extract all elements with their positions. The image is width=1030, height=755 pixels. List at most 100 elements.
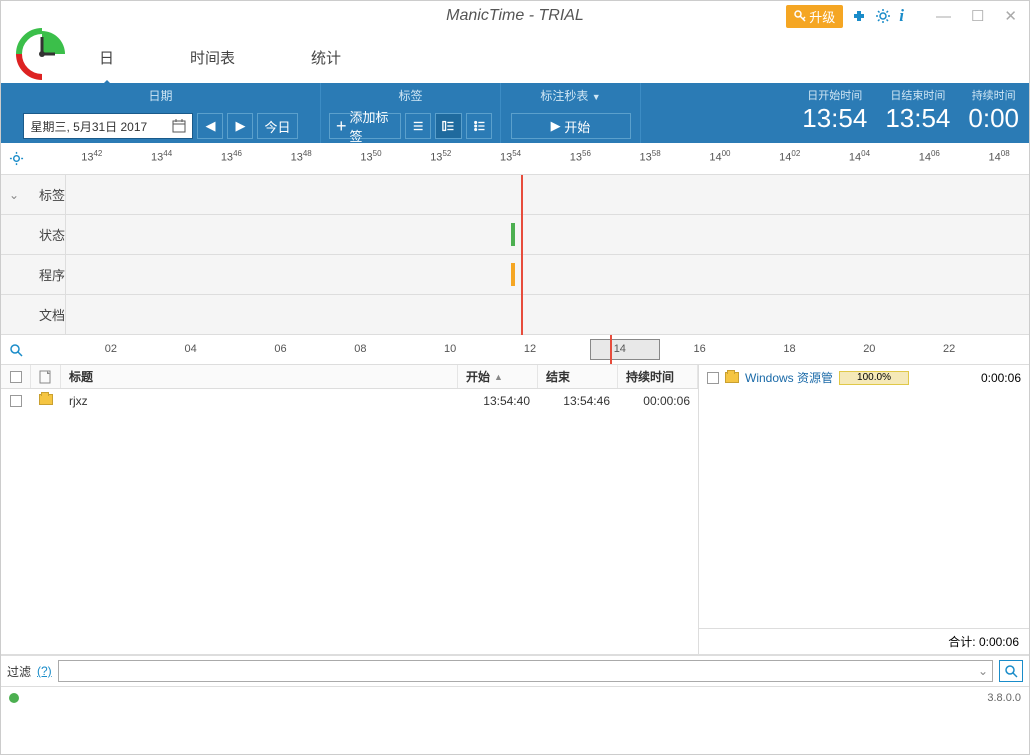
row-duration: 00:00:06 bbox=[618, 394, 698, 408]
row-start: 13:54:40 bbox=[458, 394, 538, 408]
minute-ticks: 1342 1344 1346 1348 1350 1352 1354 1356 … bbox=[32, 143, 1029, 174]
toolbar: 日期 星期三, 5月31日 2017 ◀ ▶ 今日 标签 + 添加标签 bbox=[1, 83, 1029, 143]
title-right: 升级 i — ☐ ✕ bbox=[786, 5, 1029, 28]
timeline-settings-icon[interactable] bbox=[1, 151, 32, 166]
row-label-tags: 标签 bbox=[1, 175, 66, 214]
today-button[interactable]: 今日 bbox=[257, 113, 297, 139]
header-duration[interactable]: 持续时间 bbox=[618, 365, 698, 388]
filter-input[interactable]: ⌄ bbox=[58, 660, 993, 682]
row-icon bbox=[31, 394, 61, 408]
current-time-line bbox=[521, 175, 523, 335]
close-button[interactable]: ✕ bbox=[998, 7, 1023, 25]
view-list-button[interactable] bbox=[405, 113, 431, 139]
view-detail-button[interactable] bbox=[435, 113, 461, 139]
summary-icon bbox=[725, 372, 739, 383]
play-icon: ▶ bbox=[551, 118, 561, 134]
header-start[interactable]: 开始▲ bbox=[458, 365, 538, 388]
tag-label: 标签 bbox=[398, 87, 422, 104]
tab-stats[interactable]: 统计 bbox=[303, 41, 349, 74]
activity-row[interactable]: rjxz 13:54:40 13:54:46 00:00:06 bbox=[1, 389, 698, 413]
timeline-header: 1342 1344 1346 1348 1350 1352 1354 1356 … bbox=[1, 143, 1029, 175]
activity-list: 标题 开始▲ 结束 持续时间 rjxz 13:54:40 13:54:46 00… bbox=[1, 365, 699, 654]
start-label: 开始 bbox=[564, 117, 590, 136]
title-bar: ManicTime - TRIAL 升级 i — ☐ ✕ bbox=[1, 1, 1029, 31]
header-end[interactable]: 结束 bbox=[538, 365, 618, 388]
filter-help[interactable]: (?) bbox=[37, 664, 52, 678]
minimize-button[interactable]: — bbox=[930, 8, 957, 25]
day-end: 日结束时间 13:54 bbox=[885, 87, 950, 134]
selection-region[interactable] bbox=[590, 339, 660, 360]
total-label: 合计: bbox=[948, 635, 975, 649]
header-checkbox[interactable] bbox=[1, 365, 31, 388]
summary-app: Windows 资源管 bbox=[745, 369, 833, 386]
grid-header: 标题 开始▲ 结束 持续时间 bbox=[1, 365, 698, 389]
date-input[interactable]: 星期三, 5月31日 2017 bbox=[23, 113, 193, 139]
maximize-button[interactable]: ☐ bbox=[965, 7, 990, 25]
next-day-button[interactable]: ▶ bbox=[227, 113, 253, 139]
day-end-value: 13:54 bbox=[885, 103, 950, 134]
filter-bar: 过滤 (?) ⌄ bbox=[1, 655, 1029, 686]
timeline-row-document[interactable]: 文档 bbox=[1, 295, 1029, 335]
top-area: 日 时间表 统计 bbox=[1, 31, 1029, 83]
stopwatch-section: 标注秒表 ▼ ▶ 开始 bbox=[501, 83, 641, 143]
prev-day-button[interactable]: ◀ bbox=[197, 113, 223, 139]
hour-ticks[interactable]: 02 04 06 08 10 12 14 16 18 20 22 bbox=[31, 335, 1029, 364]
summary-row[interactable]: Windows 资源管 100.0% 0:00:06 bbox=[699, 365, 1029, 390]
row-label-program: 程序 bbox=[1, 255, 66, 294]
key-icon bbox=[794, 10, 806, 22]
hour-ruler: 02 04 06 08 10 12 14 16 18 20 22 bbox=[1, 335, 1029, 365]
timeline-row-program[interactable]: 程序 bbox=[1, 255, 1029, 295]
row-title: rjxz bbox=[61, 394, 458, 408]
tag-section: 标签 + 添加标签 bbox=[321, 83, 501, 143]
day-end-label: 日结束时间 bbox=[885, 87, 950, 103]
nav-tabs: 日 时间表 统计 bbox=[91, 41, 349, 74]
status-bar: 3.8.0.0 bbox=[1, 686, 1029, 708]
state-mark bbox=[511, 223, 515, 246]
calendar-icon[interactable] bbox=[172, 119, 186, 133]
start-button[interactable]: ▶ 开始 bbox=[511, 113, 631, 139]
row-end: 13:54:46 bbox=[538, 394, 618, 408]
filter-search-button[interactable] bbox=[999, 660, 1023, 682]
timeline: 1342 1344 1346 1348 1350 1352 1354 1356 … bbox=[1, 143, 1029, 365]
program-mark bbox=[511, 263, 515, 286]
summary-duration: 0:00:06 bbox=[981, 371, 1021, 385]
timeline-row-tags[interactable]: ⌄ 标签 bbox=[1, 175, 1029, 215]
header-title[interactable]: 标题 bbox=[61, 365, 458, 388]
day-start-value: 13:54 bbox=[802, 103, 867, 134]
plus-icon: + bbox=[336, 116, 347, 137]
content-area: 标题 开始▲ 结束 持续时间 rjxz 13:54:40 13:54:46 00… bbox=[1, 365, 1029, 655]
total-row: 合计: 0:00:06 bbox=[699, 628, 1029, 654]
tab-schedule[interactable]: 时间表 bbox=[182, 41, 243, 74]
summary-checkbox[interactable] bbox=[707, 372, 719, 384]
ruler-search-icon[interactable] bbox=[1, 343, 31, 357]
date-section: 日期 星期三, 5月31日 2017 ◀ ▶ 今日 bbox=[1, 83, 321, 143]
tab-day[interactable]: 日 bbox=[91, 41, 122, 74]
row-label-document: 文档 bbox=[1, 295, 66, 334]
day-start-label: 日开始时间 bbox=[802, 87, 867, 103]
upgrade-button[interactable]: 升级 bbox=[786, 5, 843, 28]
plugin-icon[interactable] bbox=[851, 8, 867, 24]
duration-label: 持续时间 bbox=[968, 87, 1019, 103]
timeline-row-state[interactable]: 状态 bbox=[1, 215, 1029, 255]
day-duration: 持续时间 0:00 bbox=[968, 87, 1019, 134]
info-icon[interactable]: i bbox=[899, 6, 904, 26]
date-value: 星期三, 5月31日 2017 bbox=[30, 118, 147, 135]
version-label: 3.8.0.0 bbox=[987, 692, 1021, 704]
time-section: 日开始时间 13:54 日结束时间 13:54 持续时间 0:00 bbox=[792, 83, 1029, 143]
dropdown-icon[interactable]: ⌄ bbox=[978, 664, 988, 678]
row-checkbox[interactable] bbox=[1, 395, 31, 407]
filter-label: 过滤 bbox=[7, 663, 31, 680]
summary-panel: Windows 资源管 100.0% 0:00:06 合计: 0:00:06 bbox=[699, 365, 1029, 654]
status-indicator bbox=[9, 693, 19, 703]
duration-value: 0:00 bbox=[968, 103, 1019, 134]
date-label: 日期 bbox=[148, 87, 172, 104]
view-compact-button[interactable] bbox=[466, 113, 492, 139]
ruler-now-line bbox=[610, 335, 612, 364]
window-title: ManicTime - TRIAL bbox=[446, 7, 584, 25]
add-tag-button[interactable]: + 添加标签 bbox=[329, 113, 401, 139]
settings-icon[interactable] bbox=[875, 8, 891, 24]
progress-bar: 100.0% bbox=[839, 371, 909, 385]
total-value: 0:00:06 bbox=[979, 635, 1019, 649]
day-start: 日开始时间 13:54 bbox=[802, 87, 867, 134]
stopwatch-label: 标注秒表 ▼ bbox=[540, 87, 600, 104]
